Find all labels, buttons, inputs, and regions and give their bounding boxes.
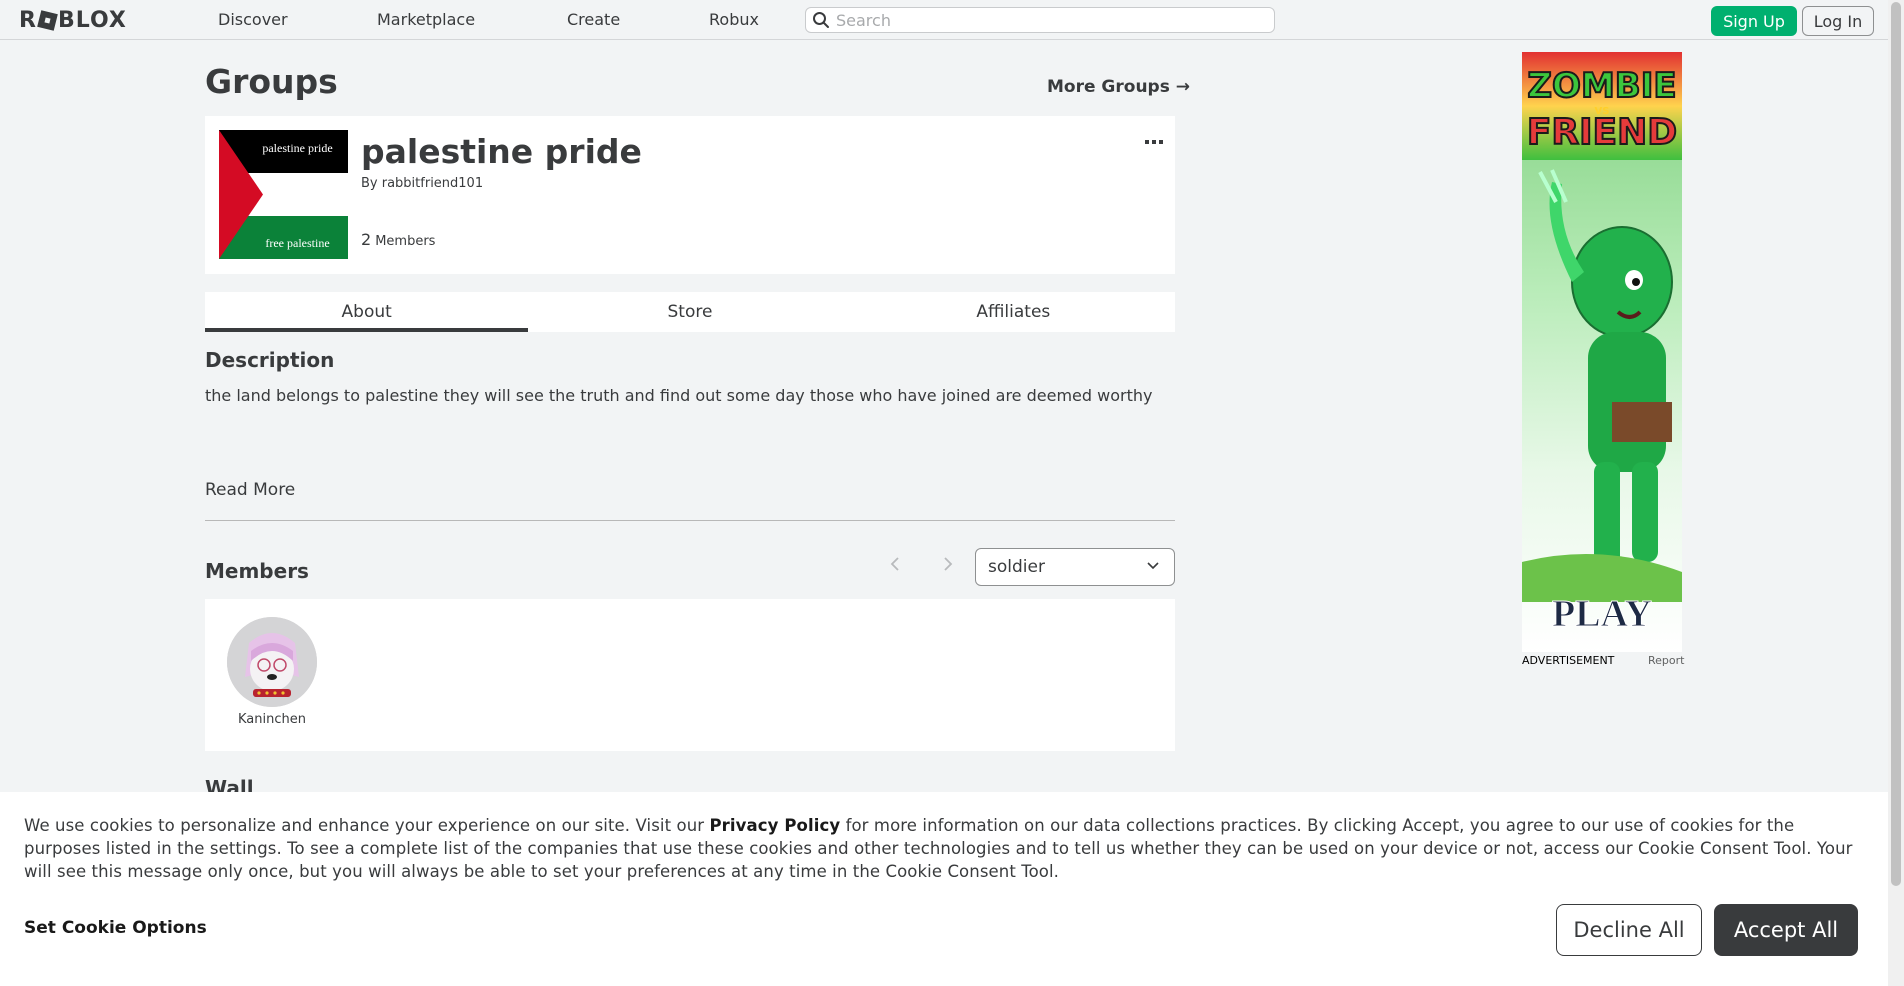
chevron-left-icon[interactable] [889,554,901,578]
member-name[interactable]: Kaninchen [205,712,339,727]
search-input[interactable] [836,10,1256,30]
advertisement-banner[interactable]: ZOMBIE VS FRIEND PLAY [1522,52,1682,652]
emblem-top-text: palestine pride [262,141,333,155]
logo-o-glyph [37,9,58,31]
group-member-count: 2 Members [361,230,435,249]
signup-button[interactable]: Sign Up [1711,6,1797,36]
ad-title-line2: FRIEND [1526,111,1678,154]
read-more-button[interactable]: Read More [205,480,295,500]
ad-title-line1: ZOMBIE [1526,65,1677,107]
member-count-label: Members [375,234,436,249]
group-header-card: palestine pride free palestine palestine… [205,116,1175,274]
chevron-down-icon [1147,562,1159,570]
tab-affiliates[interactable]: Affiliates [852,292,1175,332]
tab-store[interactable]: Store [528,292,851,332]
ad-label: ADVERTISEMENT [1522,654,1615,667]
tab-about[interactable]: About [205,292,529,332]
top-navigation: R BLOX Discover Marketplace Create Robux … [0,0,1888,40]
login-button[interactable]: Log In [1802,6,1874,36]
page-title: Groups [205,62,338,101]
logo-text-rest: BLOX [57,7,127,33]
member-count-value: 2 [361,230,372,249]
privacy-policy-link[interactable]: Privacy Policy [709,816,840,835]
cookie-message: We use cookies to personalize and enhanc… [24,814,1864,883]
ad-play-button[interactable]: PLAY [1522,592,1682,636]
members-heading: Members [205,559,309,583]
chevron-right-icon[interactable] [942,554,954,578]
section-divider [205,520,1175,521]
group-emblem: palestine pride free palestine [219,130,348,259]
nav-link-discover[interactable]: Discover [218,10,288,29]
set-cookie-options-button[interactable]: Set Cookie Options [24,918,207,938]
member-tile[interactable]: Kaninchen [205,599,339,739]
group-tabs: About Store Affiliates [205,292,1175,332]
members-list-panel: Kaninchen [205,599,1175,751]
search-icon [813,12,829,28]
emblem-bottom-text: free palestine [265,236,330,250]
group-owner-link[interactable]: By rabbitfriend101 [361,176,483,191]
avatar-image [227,617,317,707]
more-groups-link[interactable]: More Groups → [1047,77,1190,97]
role-select-dropdown[interactable]: soldier [975,548,1175,586]
avatar[interactable] [227,617,317,707]
cookie-banner: We use cookies to personalize and enhanc… [0,792,1888,986]
more-dots-icon[interactable] [1145,130,1163,149]
nav-link-marketplace[interactable]: Marketplace [377,10,475,29]
description-text: the land belongs to palestine they will … [205,386,1153,405]
logo-text: R [19,7,37,33]
cookie-text-before: We use cookies to personalize and enhanc… [24,816,710,835]
group-name: palestine pride [361,132,642,171]
decline-all-button[interactable]: Decline All [1556,904,1702,956]
role-select-value: soldier [988,557,1045,577]
ad-report-link[interactable]: Report [1648,654,1684,667]
description-heading: Description [205,348,335,372]
nav-link-robux[interactable]: Robux [709,10,759,29]
page-scrollbar-thumb[interactable] [1891,2,1901,886]
ad-character-image [1522,169,1682,602]
search-box[interactable] [805,7,1275,33]
roblox-logo[interactable]: R BLOX [19,7,127,33]
nav-link-create[interactable]: Create [567,10,620,29]
accept-all-button[interactable]: Accept All [1714,904,1858,956]
